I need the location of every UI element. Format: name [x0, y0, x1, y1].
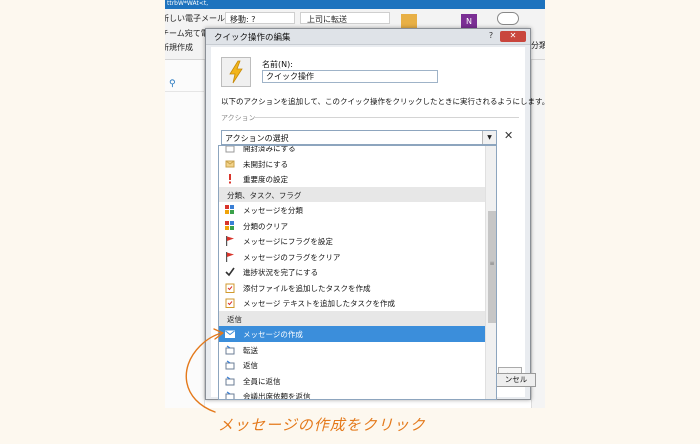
annotation-text: メッセージの作成をクリック — [218, 416, 426, 434]
annotation-arrow — [185, 328, 224, 413]
